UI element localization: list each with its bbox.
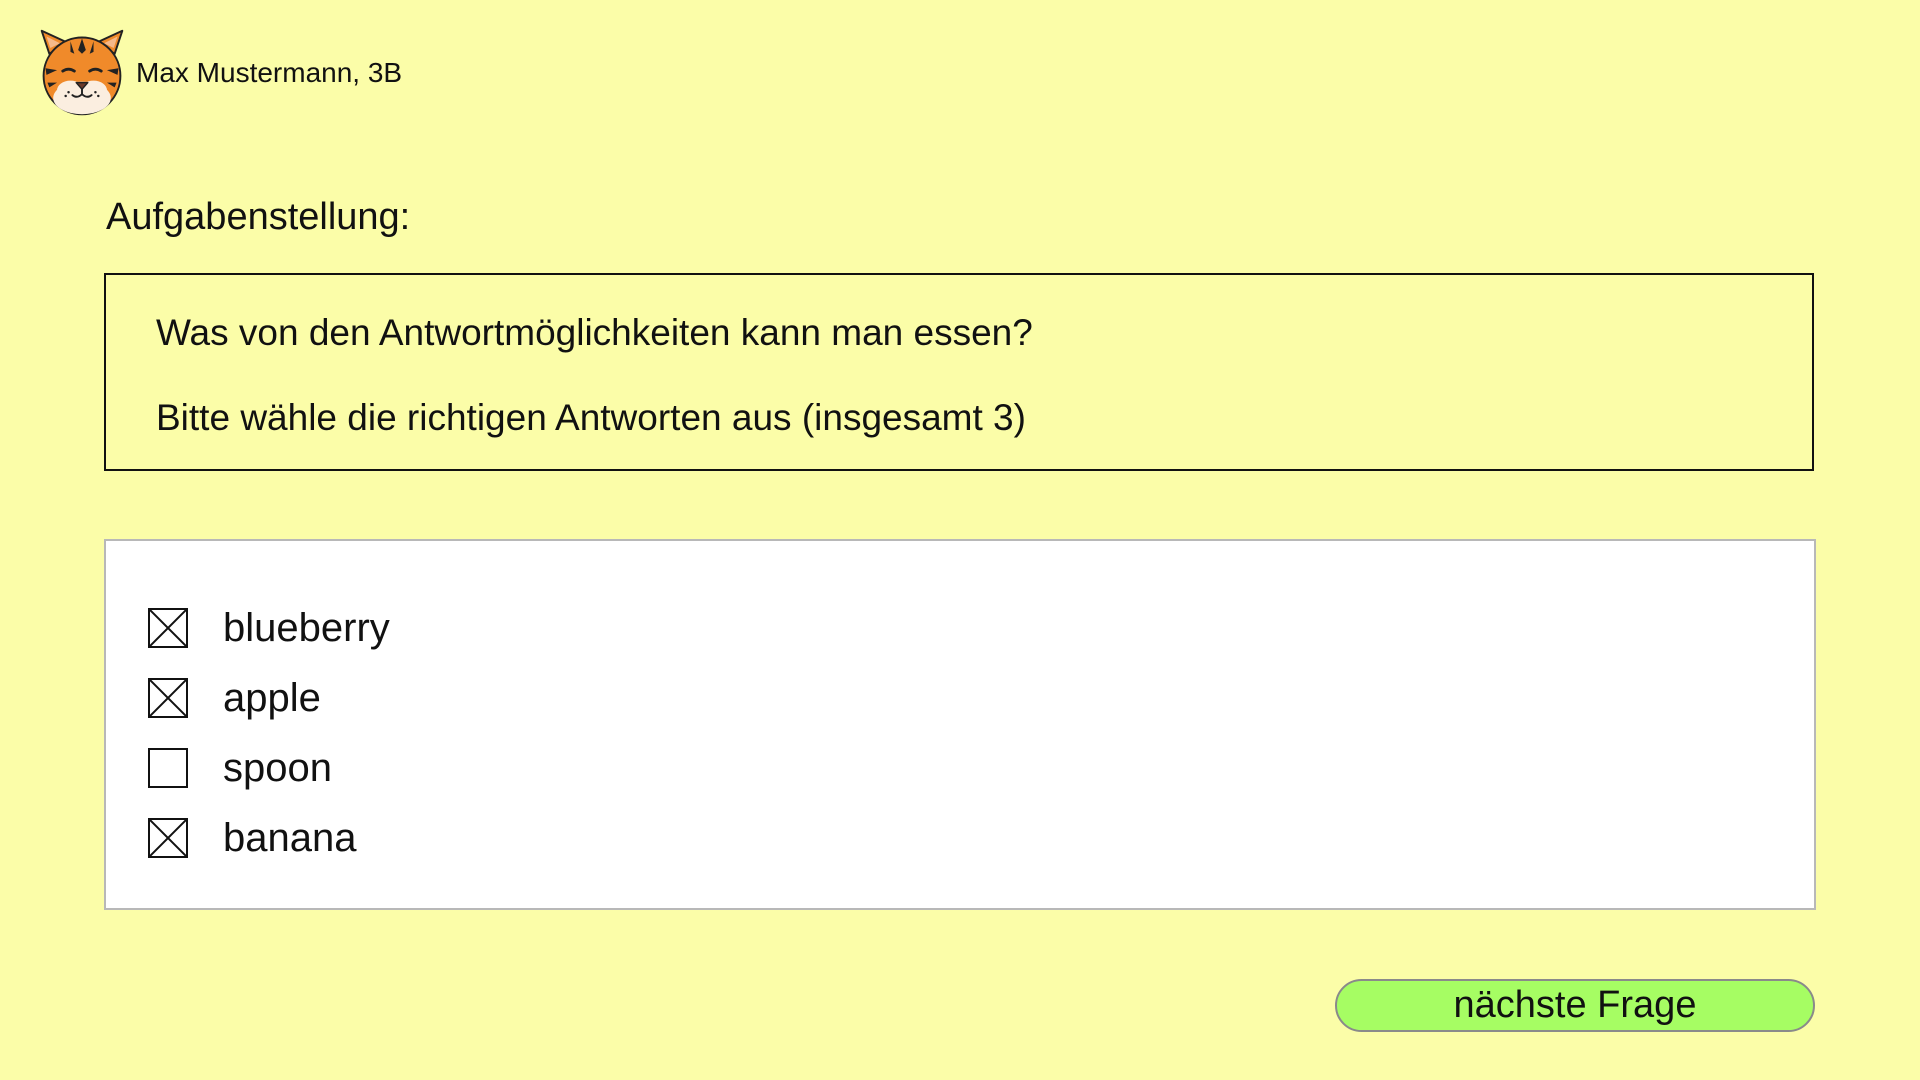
answer-label: blueberry (223, 605, 390, 650)
user-name: Max Mustermann, 3B (136, 57, 403, 88)
question-instruction: Bitte wähle die richtigen Antworten aus … (156, 397, 1026, 438)
answers-panel: blueberry apple spoon banana (104, 539, 1816, 910)
next-question-button[interactable]: nächste Frage (1335, 979, 1815, 1032)
answer-checkbox[interactable] (148, 748, 188, 788)
user-header: Max Mustermann, 3B (34, 26, 402, 120)
question-text: Was von den Antwortmöglichkeiten kann ma… (156, 312, 1033, 353)
answer-option-blueberry[interactable]: blueberry (148, 593, 1814, 663)
answer-option-banana[interactable]: banana (148, 803, 1814, 873)
cross-mark-icon (150, 680, 186, 716)
answer-label: spoon (223, 745, 332, 790)
cross-mark-icon (150, 820, 186, 856)
answer-checkbox[interactable] (148, 678, 188, 718)
answer-label: banana (223, 815, 357, 860)
answer-label: apple (223, 675, 321, 720)
tiger-face-icon (40, 29, 124, 116)
question-box: Was von den Antwortmöglichkeiten kann ma… (104, 273, 1814, 471)
answer-checkbox[interactable] (148, 608, 188, 648)
answer-checkbox[interactable] (148, 818, 188, 858)
answer-option-apple[interactable]: apple (148, 663, 1814, 733)
task-heading: Aufgabenstellung: (106, 196, 411, 238)
answer-option-spoon[interactable]: spoon (148, 733, 1814, 803)
cross-mark-icon (150, 610, 186, 646)
